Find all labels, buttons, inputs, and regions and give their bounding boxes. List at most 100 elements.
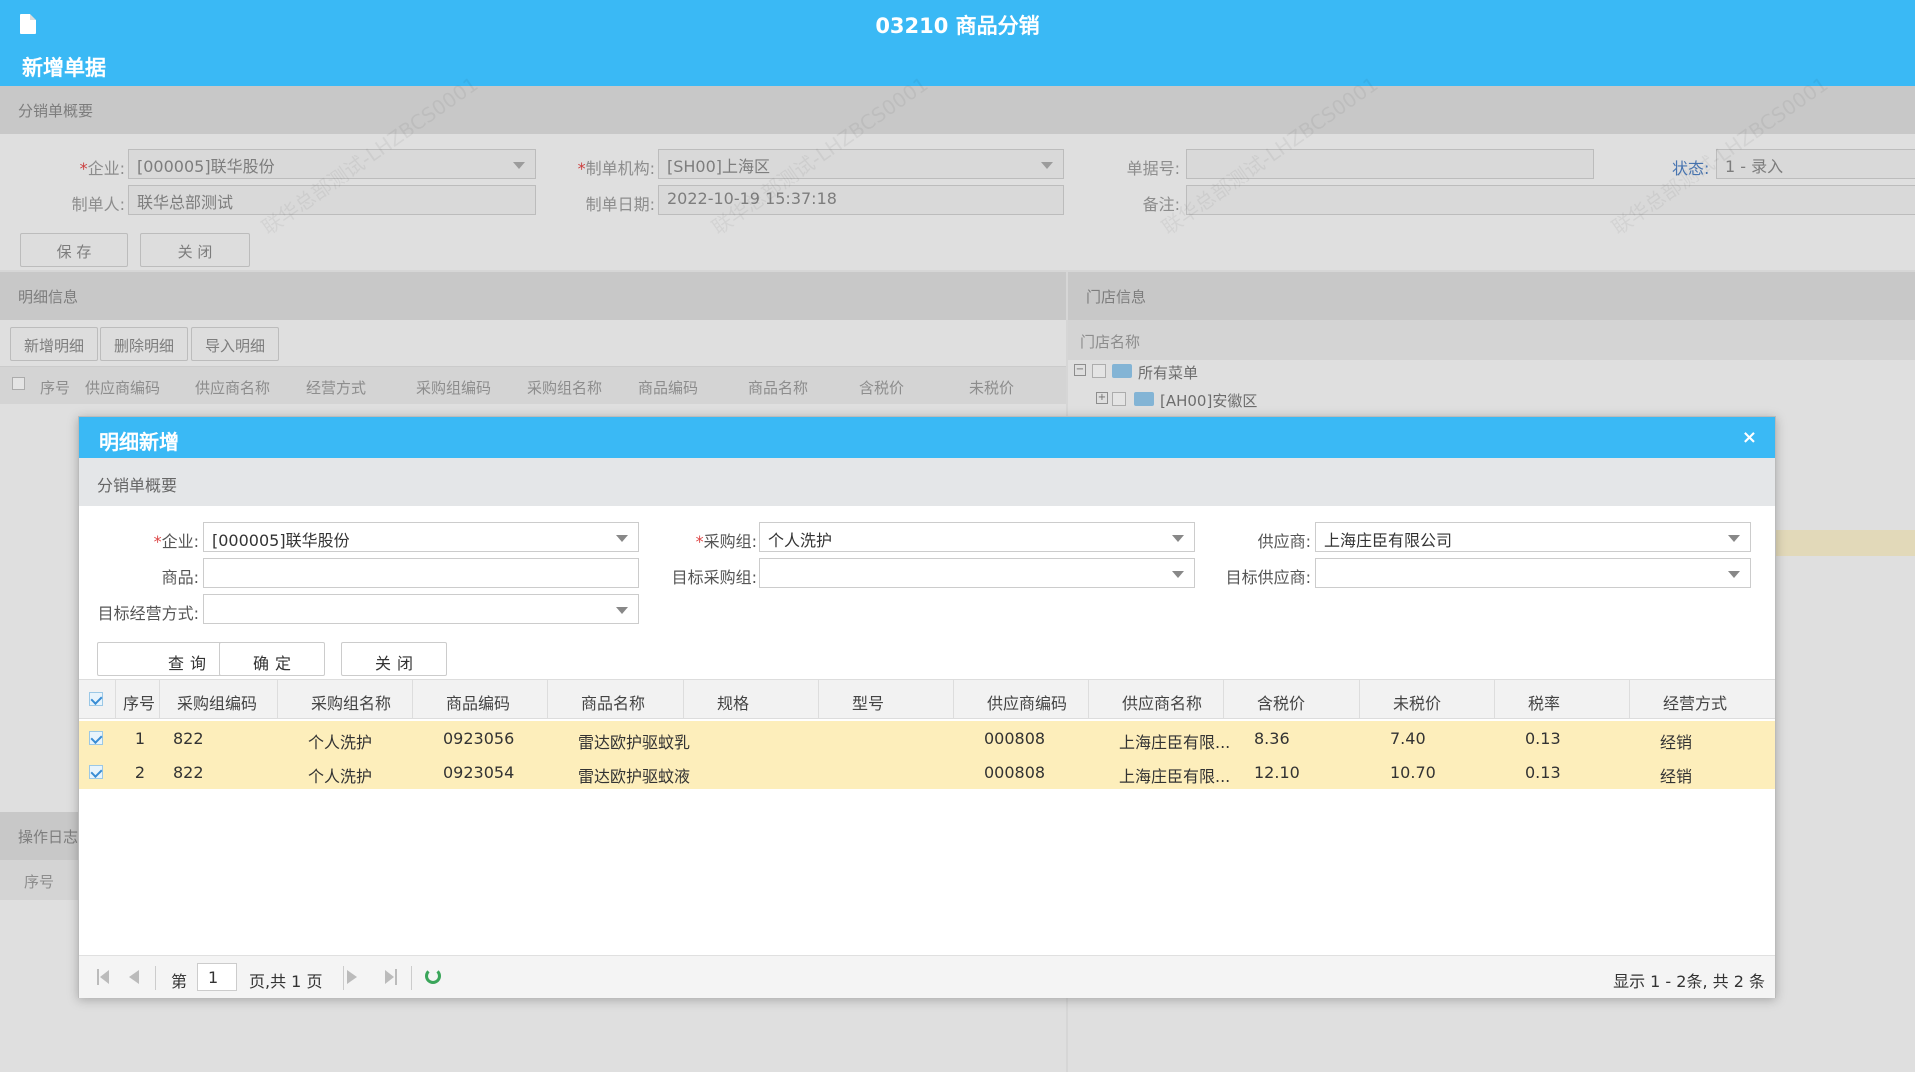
dialog-company-label: *企业: [153,532,199,551]
cell-pg-code: 822 [173,763,204,782]
status-label: 状态: [1672,159,1710,178]
dialog-target-supplier-select[interactable] [1315,558,1751,588]
creator-label: 制单人: [71,195,125,214]
tree-expand-icon[interactable]: + [1096,392,1108,404]
close-button[interactable]: 关 闭 [140,233,250,267]
page-number-input[interactable]: 1 [197,963,237,991]
detail-col-2: 供应商名称 [195,379,271,397]
table-row[interactable]: 2 822 个人洗护 0923054 雷达欧护驱蚊液 000808 上海庄臣有限… [79,755,1775,789]
dialog-close-icon[interactable]: × [1742,427,1757,448]
creator-field[interactable]: 联华总部测试 [128,185,536,215]
cell-tax-rate: 0.13 [1525,763,1561,782]
dialog-close-button[interactable]: 关闭 [341,642,447,676]
grid-col-12: 经营方式 [1663,694,1728,713]
delete-detail-button[interactable]: 删除明细 [100,327,188,361]
cell-pg-code: 822 [173,729,204,748]
dialog-target-mode-select[interactable] [203,594,639,624]
cell-sup-code: 000808 [984,763,1046,782]
refresh-icon[interactable] [425,968,441,984]
dialog-grid-header: 序号 采购组编码 采购组名称 商品编码 商品名称 规格 型号 供应商编码 供应商… [79,679,1775,719]
detail-col-9: 未税价 [969,379,1015,397]
grid-col-8: 供应商名称 [1122,694,1203,713]
grid-col-6: 型号 [852,694,885,713]
pager-separator [411,966,412,990]
company-select[interactable]: [000005]联华股份 [128,149,536,179]
pager-separator [343,966,344,990]
dialog-header [79,417,1775,458]
dialog-company-select[interactable]: [000005]联华股份 [203,522,639,552]
docno-label: 单据号: [1126,159,1180,178]
save-button[interactable]: 保 存 [20,233,128,267]
page-heading: 新增单据 [22,56,106,80]
detail-section-title: 明细信息 [0,272,1066,320]
cell-name: 雷达欧护驱蚊乳 [578,733,691,752]
cell-code: 0923056 [443,729,515,748]
grid-col-3: 商品编码 [446,694,511,713]
company-label: *企业: [79,159,125,178]
prev-page-icon[interactable] [129,970,139,984]
dialog-pgroup-select[interactable]: 个人洗护 [759,522,1195,552]
dialog-pgroup-label: *采购组: [695,532,757,551]
dialog-target-mode-label: 目标经营方式: [97,604,199,623]
cell-sup-code: 000808 [984,729,1046,748]
date-field[interactable]: 2022-10-19 15:37:18 [658,185,1064,215]
last-page-icon[interactable] [385,969,397,985]
page-suffix: 页,共 1 页 [249,972,323,991]
dialog-target-supplier-label: 目标供应商: [1225,568,1311,587]
tree-child-checkbox[interactable] [1112,392,1126,406]
cell-pg-name: 个人洗护 [308,733,373,752]
cell-name: 雷达欧护驱蚊液 [578,767,691,786]
detail-add-dialog: 明细新增 × 分销单概要 *企业: [000005]联华股份 *采购组: 个人洗… [78,416,1776,998]
cell-seq: 1 [134,729,145,748]
pager-separator [155,966,156,990]
cell-sup-name: 上海庄臣有限... [1119,767,1231,786]
detail-col-7: 商品名称 [748,379,809,397]
first-page-icon[interactable] [97,969,109,985]
grid-col-11: 税率 [1528,694,1561,713]
cell-price-notax: 10.70 [1390,763,1436,782]
cell-code: 0923054 [443,763,515,782]
cell-price-tax: 12.10 [1254,763,1300,782]
detail-col-0: 序号 [40,379,71,397]
dialog-confirm-button[interactable]: 确定 [219,642,325,676]
pager-summary: 显示 1 - 2条, 共 2 条 [1613,972,1765,991]
tree-collapse-icon[interactable]: − [1074,364,1086,376]
import-detail-button[interactable]: 导入明细 [191,327,279,361]
add-detail-button[interactable]: 新增明细 [10,327,98,361]
dialog-supplier-label: 供应商: [1257,532,1311,551]
grid-col-4: 商品名称 [581,694,646,713]
cell-mode: 经销 [1660,767,1693,786]
row-checkbox[interactable] [89,765,103,779]
tree-child-label[interactable]: [AH00]安徽区 [1160,390,1257,411]
org-select[interactable]: [SH00]上海区 [658,149,1064,179]
page-prefix: 第 [171,972,188,991]
app-title: 03210 商品分销 [875,14,1040,38]
cell-price-notax: 7.40 [1390,729,1426,748]
table-row[interactable]: 1 822 个人洗护 0923056 雷达欧护驱蚊乳 000808 上海庄臣有限… [79,721,1775,755]
cell-pg-name: 个人洗护 [308,767,373,786]
select-all-checkbox[interactable] [89,692,103,706]
status-field[interactable]: 1 - 录入 [1716,149,1915,179]
cell-sup-name: 上海庄臣有限... [1119,733,1231,752]
grid-col-9: 含税价 [1257,694,1306,713]
tree-root-label[interactable]: 所有菜单 [1138,362,1198,383]
dialog-target-pgroup-select[interactable] [759,558,1195,588]
dialog-product-label: 商品: [161,568,199,587]
org-label: *制单机构: [577,159,655,178]
dialog-supplier-select[interactable]: 上海庄臣有限公司 [1315,522,1751,552]
row-checkbox[interactable] [89,731,103,745]
next-page-icon[interactable] [347,970,357,984]
dialog-product-input[interactable] [203,558,639,588]
detail-col-3: 经营方式 [306,379,367,397]
store-row-highlight [1776,530,1915,556]
grid-col-2: 采购组名称 [311,694,392,713]
summary-section-title: 分销单概要 [0,86,1915,134]
docno-field[interactable] [1186,149,1594,179]
log-col-seq: 序号 [24,873,55,891]
dialog-target-pgroup-label: 目标采购组: [671,568,757,587]
detail-select-all-checkbox[interactable] [12,377,25,390]
tree-root-checkbox[interactable] [1092,364,1106,378]
remark-field[interactable] [1186,185,1915,215]
cell-tax-rate: 0.13 [1525,729,1561,748]
remark-label: 备注: [1142,195,1180,214]
